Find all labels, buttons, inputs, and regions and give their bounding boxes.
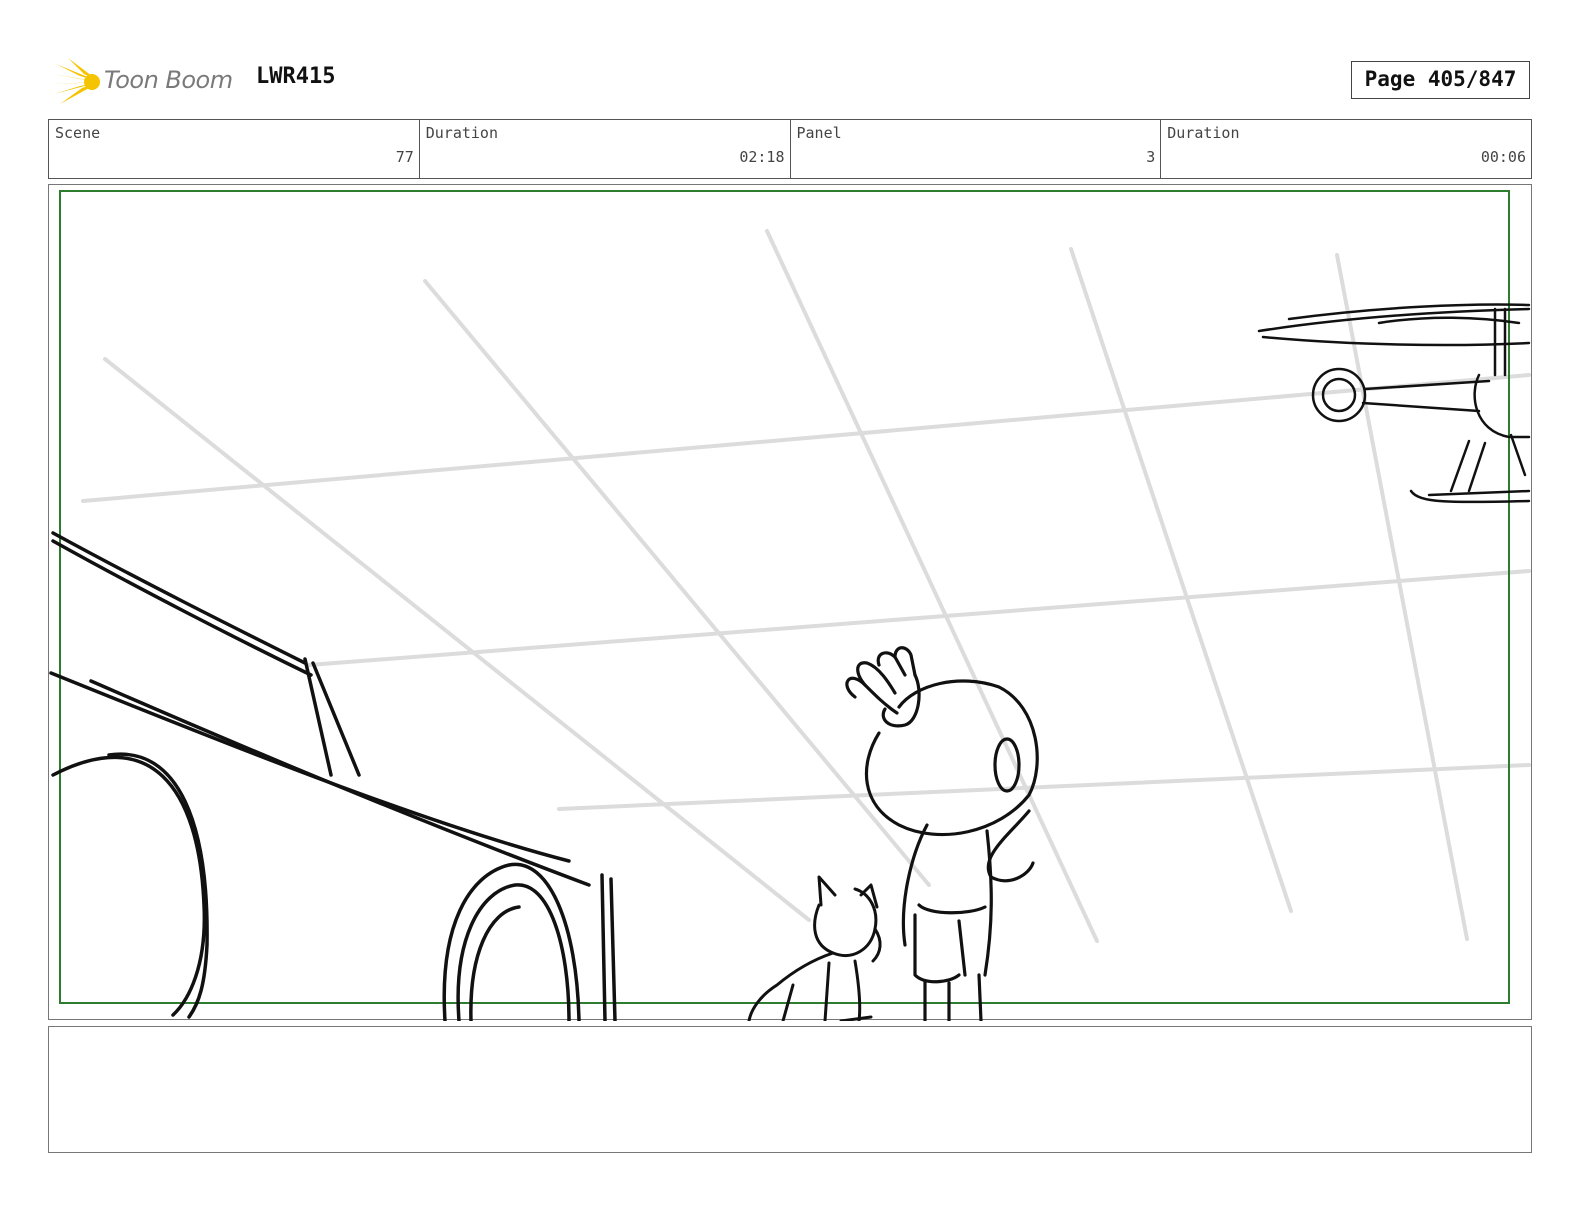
panel-cell: Panel 3 <box>791 120 1162 178</box>
scene-duration-value: 02:18 <box>739 148 785 166</box>
storyboard-panel <box>48 184 1532 1021</box>
starburst-icon <box>50 58 100 104</box>
pup-character-sketch <box>747 875 882 1021</box>
safe-frame <box>59 190 1510 1004</box>
scene-duration-label: Duration <box>425 124 498 142</box>
panel-value: 3 <box>1146 148 1156 166</box>
helicopter-sketch <box>1257 303 1531 504</box>
scene-duration-cell: Duration 02:18 <box>420 120 791 178</box>
toon-boom-logo: Toon Boom <box>50 56 240 108</box>
ceiling-grid <box>81 229 1531 943</box>
logo-text: Toon Boom <box>104 66 233 94</box>
scene-label: Scene <box>55 124 101 142</box>
panel-sketch <box>49 190 1531 1021</box>
scene-cell: Scene 77 <box>49 120 420 178</box>
panel-duration-value: 00:06 <box>1480 148 1526 166</box>
car-sketch <box>49 531 617 1021</box>
kid-character-sketch <box>845 646 1039 1021</box>
info-bar: Scene 77 Duration 02:18 Panel 3 Duration… <box>48 119 1532 179</box>
page-counter: Page 405/847 <box>1351 61 1530 99</box>
project-code: LWR415 <box>256 64 336 89</box>
scene-value: 77 <box>395 148 414 166</box>
panel-duration-cell: Duration 00:06 <box>1161 120 1531 178</box>
panel-label: Panel <box>796 124 842 142</box>
panel-duration-label: Duration <box>1167 124 1240 142</box>
panel-notes-box <box>48 1026 1532 1153</box>
